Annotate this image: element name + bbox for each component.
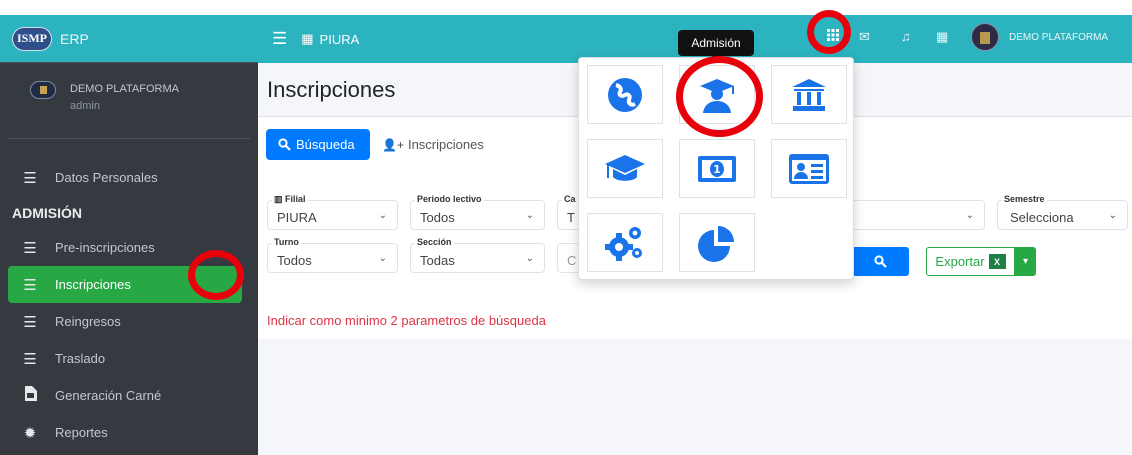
warning-message: Indicar como minimo 2 parametros de búsq… bbox=[267, 313, 546, 328]
file-icon bbox=[21, 386, 39, 405]
top-user-name[interactable]: DEMO PLATAFORMA bbox=[1009, 32, 1108, 43]
app-tile-config[interactable] bbox=[587, 213, 663, 272]
seccion-select[interactable]: Sección Todas ⌄ bbox=[410, 237, 545, 273]
app-tile-payments[interactable]: 1 bbox=[679, 139, 755, 198]
list-icon: ☰ bbox=[23, 350, 37, 368]
search-button[interactable] bbox=[852, 247, 909, 276]
sidebar-item-label: Reportes bbox=[55, 425, 108, 440]
app-tile-globe[interactable] bbox=[587, 65, 663, 124]
carrera-select-end[interactable]: ⌄ bbox=[854, 200, 985, 230]
branch-label[interactable]: PIURA bbox=[320, 32, 360, 47]
sidebar-item-datos-personales[interactable]: ☰ Datos Personales bbox=[8, 159, 250, 196]
periodo-value: Todos bbox=[420, 210, 455, 225]
annotation-circle bbox=[676, 56, 763, 137]
chevron-down-icon: ⌄ bbox=[525, 210, 534, 221]
code-placeholder: C bbox=[567, 253, 577, 268]
bell-icon[interactable]: ♫ bbox=[901, 29, 911, 44]
filial-select[interactable]: ▥ Filial PIURA ⌄ bbox=[267, 194, 398, 230]
sidebar-nav: ☰ Datos Personales ADMISIÓN ☰ Pre-inscri… bbox=[0, 159, 258, 451]
sidebar-section-header: ADMISIÓN bbox=[12, 204, 82, 221]
seccion-value: Todas bbox=[420, 253, 455, 268]
cogs-icon bbox=[605, 226, 642, 261]
annotation-circle bbox=[807, 10, 851, 54]
sidebar: ISMP ERP DEMO PLATAFORMA admin ☰ Datos P… bbox=[0, 15, 258, 455]
app-root: ISMP ERP DEMO PLATAFORMA admin ☰ Datos P… bbox=[0, 0, 1132, 455]
user-name: DEMO PLATAFORMA bbox=[70, 83, 179, 95]
export-label: Exportar bbox=[935, 254, 985, 269]
calendar-icon[interactable]: ▦ bbox=[936, 29, 948, 45]
caret-down-icon: ▾ bbox=[1022, 256, 1029, 267]
user-role: admin bbox=[70, 100, 100, 112]
tab-inscripciones[interactable]: 👤+ Inscripciones bbox=[382, 129, 484, 160]
avatar[interactable] bbox=[971, 23, 999, 51]
tooltip: Admisión bbox=[678, 30, 754, 61]
money-icon: 1 bbox=[698, 155, 736, 182]
svg-text:1: 1 bbox=[713, 163, 721, 176]
app-tile-institution[interactable] bbox=[771, 65, 847, 124]
periodo-select[interactable]: Periodo lectivo Todos ⌄ bbox=[410, 194, 545, 230]
chevron-down-icon: ⌄ bbox=[378, 253, 387, 264]
chevron-down-icon: ⌄ bbox=[525, 253, 534, 264]
app-tile-idcard[interactable] bbox=[771, 139, 847, 198]
institution-icon bbox=[792, 78, 826, 111]
carrera-value: T bbox=[567, 210, 575, 225]
export-dropdown-button[interactable]: ▾ bbox=[1015, 247, 1036, 276]
user-info: DEMO PLATAFORMA admin bbox=[70, 81, 179, 115]
app-tile-graduation[interactable] bbox=[587, 139, 663, 198]
page-title: Inscripciones bbox=[267, 77, 396, 102]
tab-busqueda[interactable]: Búsqueda bbox=[266, 129, 370, 160]
excel-icon: X bbox=[988, 254, 1006, 269]
list-icon: ☰ bbox=[23, 276, 37, 294]
brand-name: ERP bbox=[60, 30, 89, 47]
gear-icon: ✹ bbox=[23, 424, 37, 442]
list-icon: ☰ bbox=[23, 169, 37, 187]
turno-select[interactable]: Turno Todos ⌄ bbox=[267, 237, 398, 273]
brand-logo: ISMP bbox=[12, 26, 52, 51]
sidebar-item-reingresos[interactable]: ☰ Reingresos bbox=[8, 303, 250, 340]
filial-legend: ▥ Filial bbox=[272, 194, 308, 205]
building-icon: ▦ bbox=[301, 31, 314, 46]
chevron-down-icon: ⌄ bbox=[1108, 210, 1117, 221]
semestre-legend: Semestre bbox=[1002, 194, 1047, 204]
export-button[interactable]: Exportar X bbox=[926, 247, 1015, 276]
chevron-down-icon: ⌄ bbox=[378, 210, 387, 221]
turno-legend: Turno bbox=[272, 237, 301, 247]
carrera-legend: Ca bbox=[562, 194, 578, 204]
add-user-icon: 👤+ bbox=[382, 137, 404, 152]
search-icon bbox=[874, 255, 887, 268]
sidebar-item-label: Datos Personales bbox=[55, 170, 158, 185]
semestre-value: Selecciona bbox=[1010, 210, 1074, 225]
sidebar-item-reportes[interactable]: ✹ Reportes bbox=[8, 414, 250, 451]
id-card-icon bbox=[789, 153, 829, 184]
menu-toggle-icon[interactable]: ☰ bbox=[272, 29, 287, 49]
sidebar-item-label: Reingresos bbox=[55, 314, 121, 329]
sidebar-item-label: Generación Carné bbox=[55, 388, 162, 403]
turno-value: Todos bbox=[277, 253, 312, 268]
filial-value: PIURA bbox=[277, 210, 317, 225]
list-icon: ☰ bbox=[23, 313, 37, 331]
chevron-down-icon: ⌄ bbox=[965, 210, 974, 221]
sidebar-item-label: Pre-inscripciones bbox=[55, 240, 155, 255]
sidebar-item-traslado[interactable]: ☰ Traslado bbox=[8, 340, 250, 377]
sidebar-item-label: Traslado bbox=[55, 351, 106, 366]
pie-chart-icon bbox=[698, 225, 734, 262]
user-panel[interactable]: DEMO PLATAFORMA admin bbox=[8, 63, 250, 139]
semestre-select[interactable]: Semestre Selecciona ⌄ bbox=[997, 194, 1128, 230]
sidebar-item-label: Inscripciones bbox=[55, 277, 131, 292]
globe-icon bbox=[608, 77, 642, 112]
periodo-legend: Periodo lectivo bbox=[415, 194, 484, 204]
seccion-legend: Sección bbox=[415, 237, 454, 247]
sidebar-item-generacion-carne[interactable]: Generación Carné bbox=[8, 377, 250, 414]
list-icon: ☰ bbox=[23, 239, 37, 257]
avatar bbox=[30, 81, 56, 99]
mail-icon[interactable]: ✉ bbox=[859, 29, 870, 45]
brand[interactable]: ISMP ERP bbox=[0, 15, 258, 63]
graduation-cap-icon bbox=[605, 154, 645, 181]
search-icon bbox=[278, 138, 291, 151]
tab-label: Inscripciones bbox=[407, 137, 484, 152]
tab-label: Búsqueda bbox=[296, 137, 355, 152]
app-tile-reports[interactable] bbox=[679, 213, 755, 272]
annotation-circle bbox=[188, 250, 244, 300]
